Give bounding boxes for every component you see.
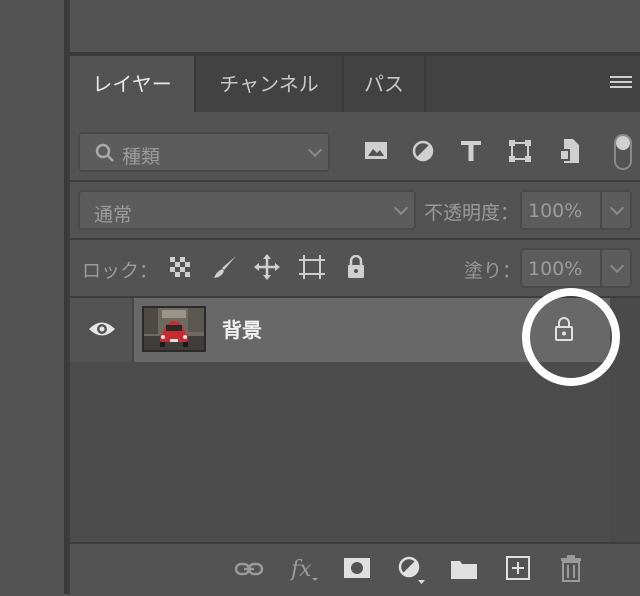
lock-position-move-icon[interactable] (254, 254, 280, 280)
opacity-dropdown-divider (600, 192, 602, 228)
new-group-folder-icon[interactable] (450, 558, 478, 580)
row-divider (70, 180, 640, 182)
upper-panel (68, 0, 640, 52)
left-panel-strip (0, 0, 64, 594)
opacity-input[interactable]: 100% (520, 190, 632, 230)
tab-channels[interactable]: チャンネル (196, 56, 344, 112)
new-adjustment-layer-icon[interactable] (398, 556, 426, 584)
blend-mode-label: 通常 (94, 204, 133, 226)
fill-value: 100% (528, 258, 583, 280)
chevron-down-icon[interactable] (609, 258, 625, 274)
chevron-down-icon (393, 200, 409, 216)
highlight-circle (522, 288, 620, 386)
filter-toggle-knob (616, 136, 630, 150)
filter-kind-select[interactable]: 種類 (78, 132, 330, 172)
visibility-eye-icon[interactable] (88, 320, 116, 338)
lock-all-icon[interactable] (346, 255, 366, 279)
image-filter-icon[interactable] (364, 140, 388, 162)
fill-dropdown-divider (600, 250, 602, 286)
chevron-down-icon (307, 142, 323, 158)
layer-thumbnail (142, 306, 206, 352)
panel-tab-bar: レイヤー チャンネル パス (70, 56, 640, 112)
link-layers-icon[interactable] (234, 560, 264, 578)
type-filter-icon[interactable] (460, 140, 482, 162)
opacity-value: 100% (528, 200, 583, 222)
adjustment-filter-icon[interactable] (412, 140, 434, 162)
layer-style-fx-icon[interactable]: fx (290, 554, 320, 582)
new-layer-icon[interactable] (506, 556, 530, 580)
filter-toggle-switch[interactable] (614, 134, 632, 170)
smart-object-filter-icon[interactable] (558, 138, 580, 164)
svg-text:fx: fx (290, 557, 312, 582)
row-divider (70, 238, 640, 240)
lock-artboard-icon[interactable] (298, 254, 326, 280)
opacity-label: 不透明度： (424, 202, 520, 224)
tab-layers[interactable]: レイヤー (70, 56, 196, 112)
filter-kind-label: 種類 (122, 146, 161, 168)
chevron-down-icon[interactable] (609, 200, 625, 216)
layers-bottom-toolbar: fx (70, 542, 640, 596)
lock-label: ロック： (82, 260, 159, 282)
layers-panel: レイヤー チャンネル パス 種類 通常 不透明度： 100% ロック： 塗り： … (68, 56, 640, 596)
lock-transparent-pixels-icon[interactable] (170, 257, 190, 277)
panel-menu-icon[interactable] (610, 76, 632, 92)
fill-label: 塗り： (464, 260, 522, 282)
fill-input[interactable]: 100% (520, 248, 632, 288)
tab-paths[interactable]: パス (344, 56, 426, 112)
lock-image-pixels-brush-icon[interactable] (212, 254, 238, 280)
add-mask-icon[interactable] (344, 558, 370, 578)
blend-mode-select[interactable]: 通常 (78, 190, 416, 230)
layer-name: 背景 (222, 318, 262, 342)
search-icon (95, 143, 114, 162)
delete-layer-trash-icon[interactable] (560, 554, 582, 582)
layers-empty-area (70, 362, 610, 544)
shape-filter-icon[interactable] (508, 139, 532, 163)
